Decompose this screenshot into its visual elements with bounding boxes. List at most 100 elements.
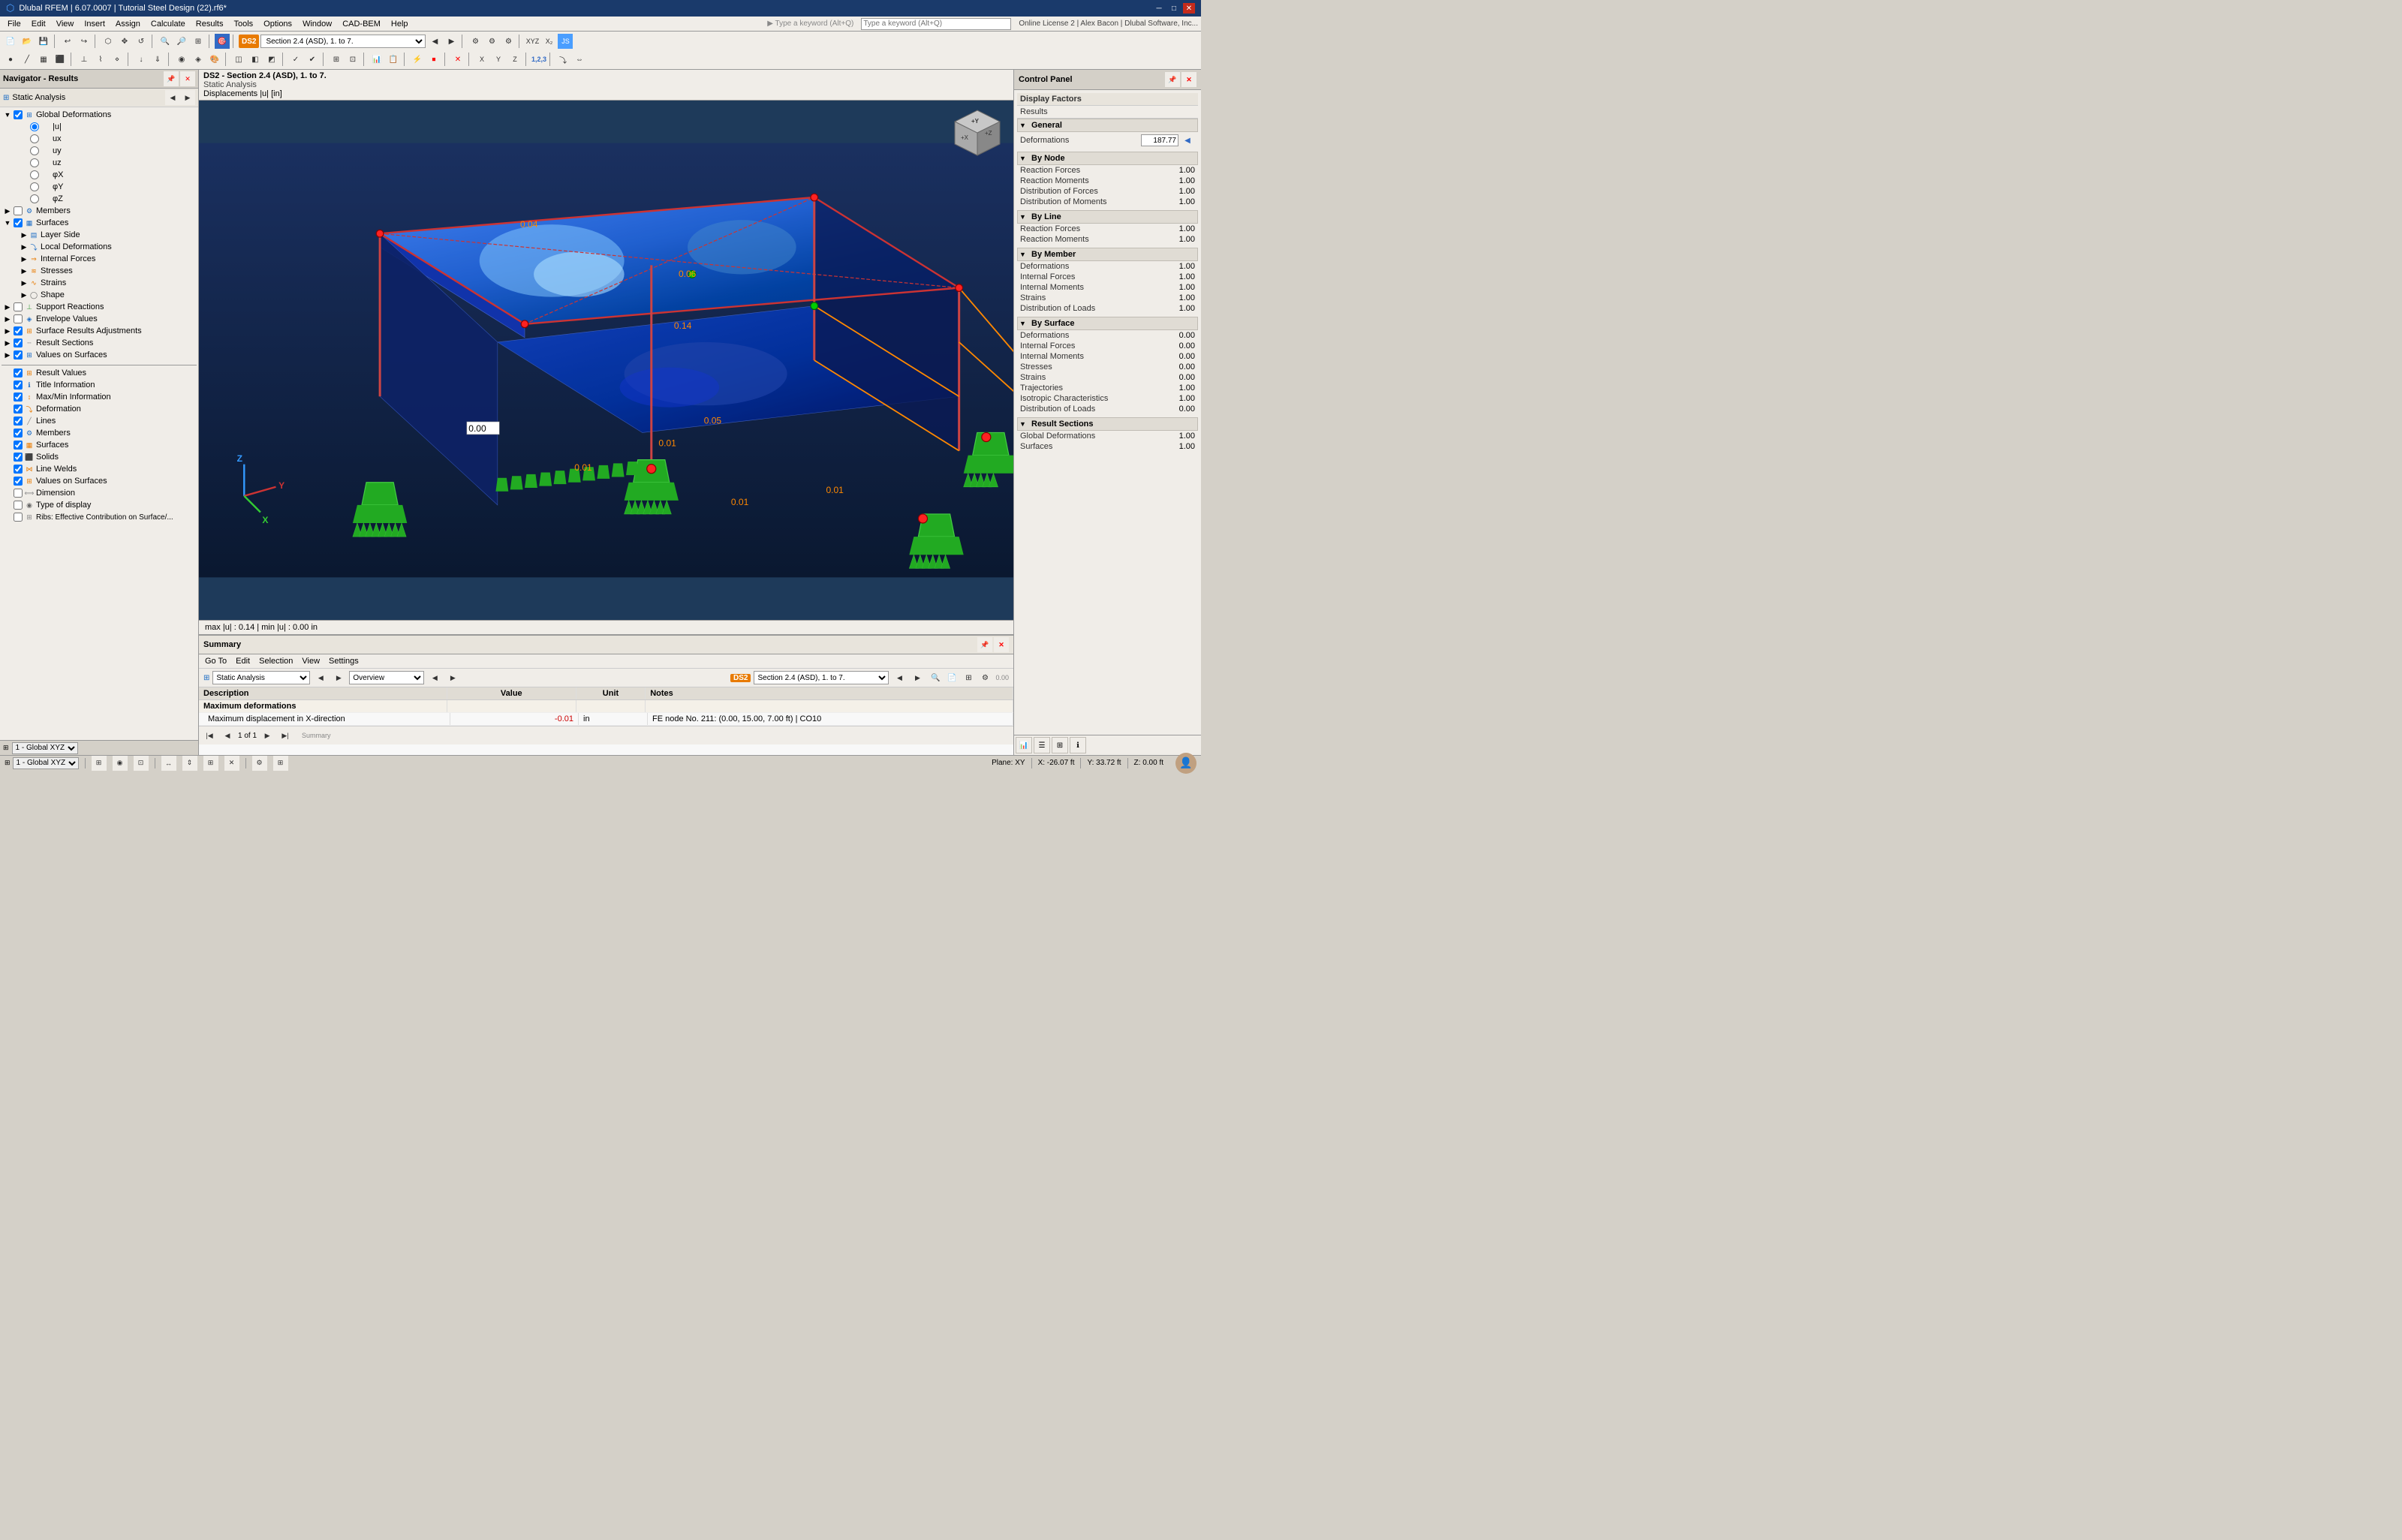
tb2-view2[interactable]: ◧ xyxy=(248,52,263,67)
section-select[interactable]: Section 2.4 (ASD), 1. to 7. xyxy=(260,35,426,48)
tb2-spring[interactable]: ⌇ xyxy=(93,52,108,67)
tb2-solid[interactable]: ⬛ xyxy=(53,52,68,67)
tree-internal-forces-surf[interactable]: ▶ ⇒ Internal Forces xyxy=(2,253,197,265)
cp-member-expand[interactable]: ▼ xyxy=(1019,251,1028,258)
tb2-support[interactable]: ⊥ xyxy=(77,52,92,67)
status-btn-8[interactable]: ⚙ xyxy=(252,756,267,771)
tb2-check[interactable]: ✓ xyxy=(288,52,303,67)
tb-save[interactable]: 💾 xyxy=(36,34,51,49)
check-result-values[interactable] xyxy=(14,368,23,377)
tb2-grid[interactable]: ⊞ xyxy=(329,52,344,67)
page-next[interactable]: ▶ xyxy=(260,728,275,743)
tree-shape[interactable]: ▶ ◯ Shape xyxy=(2,289,197,301)
check-envelope[interactable] xyxy=(14,314,23,323)
tree-surface-adj[interactable]: ▶ ⊞ Surface Results Adjustments xyxy=(2,325,197,337)
tree-u-abs[interactable]: |u| xyxy=(2,121,197,133)
xyz-select[interactable]: 1 - Global XYZ xyxy=(12,742,78,754)
check-members-b[interactable] xyxy=(14,429,23,438)
check-dimension[interactable] xyxy=(14,489,23,498)
status-btn-6[interactable]: ⊞ xyxy=(203,756,218,771)
page-last[interactable]: ▶| xyxy=(278,728,293,743)
sum-analysis-prev[interactable]: ◀ xyxy=(313,670,328,685)
tb2-deform[interactable]: ⤵ xyxy=(555,52,570,67)
tb2-y[interactable]: Y xyxy=(491,52,506,67)
tree-surfaces-b[interactable]: ▦ Surfaces xyxy=(2,439,197,451)
menu-help[interactable]: Help xyxy=(387,19,413,29)
sum-selection[interactable]: Selection xyxy=(256,656,296,666)
tb2-snap[interactable]: ⊡ xyxy=(345,52,360,67)
cp-section-by-member-header[interactable]: ▼ By Member xyxy=(1017,248,1198,261)
tb2-z[interactable]: Z xyxy=(507,52,522,67)
sum-section-prev[interactable]: ◀ xyxy=(892,670,907,685)
tree-envelope[interactable]: ▶ ◈ Envelope Values xyxy=(2,313,197,325)
nav-prev[interactable]: ◀ xyxy=(165,90,180,105)
expand-stresses[interactable]: ▶ xyxy=(20,267,29,275)
sum-tb-3[interactable]: ⊞ xyxy=(961,670,976,685)
tb2-constraint[interactable]: ⋄ xyxy=(110,52,125,67)
tb-js[interactable]: JS xyxy=(558,34,573,49)
expand-internal-forces-surf[interactable]: ▶ xyxy=(20,255,29,263)
summary-close[interactable]: ✕ xyxy=(994,637,1009,652)
status-btn-3[interactable]: ⊡ xyxy=(134,756,149,771)
cp-result-sections-expand[interactable]: ▼ xyxy=(1019,420,1028,428)
status-xyz-select[interactable]: 1 - Global XYZ xyxy=(13,757,79,769)
cp-section-by-surface-header[interactable]: ▼ By Surface xyxy=(1017,317,1198,330)
menu-view[interactable]: View xyxy=(52,19,79,29)
cp-tb-info[interactable]: ℹ xyxy=(1070,737,1086,753)
check-members[interactable] xyxy=(14,206,23,215)
tree-global-deformations[interactable]: ▼ ⊞ Global Deformations xyxy=(2,109,197,121)
cp-section-by-line-header[interactable]: ▼ By Line xyxy=(1017,210,1198,224)
tree-ribs[interactable]: ⊞ Ribs: Effective Contribution on Surfac… xyxy=(2,511,197,523)
status-btn-9[interactable]: ⊞ xyxy=(273,756,288,771)
tb2-view1[interactable]: ◫ xyxy=(231,52,246,67)
3d-viewport[interactable]: 0.04 0.06 0.14 0.01 0.01 0.01 0.05 0.01 … xyxy=(199,101,1013,620)
tree-values-on-surfaces[interactable]: ▶ ⊞ Values on Surfaces xyxy=(2,349,197,361)
cp-line-expand[interactable]: ▼ xyxy=(1019,213,1028,221)
tb2-delete[interactable]: ✕ xyxy=(450,52,465,67)
sum-view-select[interactable]: Overview xyxy=(349,671,424,684)
tree-members-b[interactable]: ⚙ Members xyxy=(2,427,197,439)
status-btn-5[interactable]: ⇕ xyxy=(182,756,197,771)
sum-view[interactable]: View xyxy=(299,656,323,666)
tree-phiz[interactable]: φZ xyxy=(2,193,197,205)
cp-pin[interactable]: 📌 xyxy=(1165,72,1180,87)
tree-phiy[interactable]: φY xyxy=(2,181,197,193)
tree-surfaces[interactable]: ▼ ▦ Surfaces xyxy=(2,217,197,229)
tree-uy[interactable]: uy xyxy=(2,145,197,157)
tb2-scale[interactable]: ⇔ xyxy=(572,52,587,67)
tb2-load[interactable]: ↓ xyxy=(134,52,149,67)
check-line-welds[interactable] xyxy=(14,465,23,474)
tb-xyz[interactable]: XYZ xyxy=(525,34,540,49)
sum-tb-1[interactable]: 🔍 xyxy=(928,670,943,685)
tb2-render2[interactable]: ◈ xyxy=(191,52,206,67)
sum-view-prev[interactable]: ◀ xyxy=(427,670,442,685)
tree-strains[interactable]: ▶ ∿ Strains xyxy=(2,277,197,289)
tb-rotate[interactable]: ↺ xyxy=(134,34,149,49)
tree-phix[interactable]: φX xyxy=(2,169,197,181)
tree-type-display[interactable]: ◉ Type of display xyxy=(2,499,197,511)
tb-settings-1[interactable]: ⚙ xyxy=(468,34,483,49)
menu-edit[interactable]: Edit xyxy=(27,19,50,29)
radio-uy[interactable] xyxy=(30,146,39,155)
tb-open[interactable]: 📂 xyxy=(20,34,35,49)
sum-analysis-next[interactable]: ▶ xyxy=(331,670,346,685)
tb-zoom-in[interactable]: 🔍 xyxy=(158,34,173,49)
cp-section-general-header[interactable]: ▼ General xyxy=(1017,119,1198,132)
check-global-def[interactable] xyxy=(14,110,23,119)
tb2-stop[interactable]: ⏹ xyxy=(426,52,441,67)
radio-ux[interactable] xyxy=(30,134,39,143)
tb-settings-2[interactable]: ⚙ xyxy=(484,34,499,49)
expand-global-def[interactable]: ▼ xyxy=(3,111,12,119)
summary-pin[interactable]: 📌 xyxy=(977,637,992,652)
tb2-surface[interactable]: ▦ xyxy=(36,52,51,67)
tb-next-section[interactable]: ▶ xyxy=(444,34,459,49)
tb-redo[interactable]: ↪ xyxy=(77,34,92,49)
expand-surfaces[interactable]: ▼ xyxy=(3,219,12,227)
expand-shape[interactable]: ▶ xyxy=(20,291,29,299)
tb-fit[interactable]: ⊞ xyxy=(191,34,206,49)
sum-section-select[interactable]: Section 2.4 (ASD), 1. to 7. xyxy=(754,671,889,684)
cp-section-by-node-header[interactable]: ▼ By Node xyxy=(1017,152,1198,165)
tb2-color[interactable]: 🎨 xyxy=(207,52,222,67)
check-surfaces[interactable] xyxy=(14,218,23,227)
tree-result-values[interactable]: ⊞ Result Values xyxy=(2,367,197,379)
